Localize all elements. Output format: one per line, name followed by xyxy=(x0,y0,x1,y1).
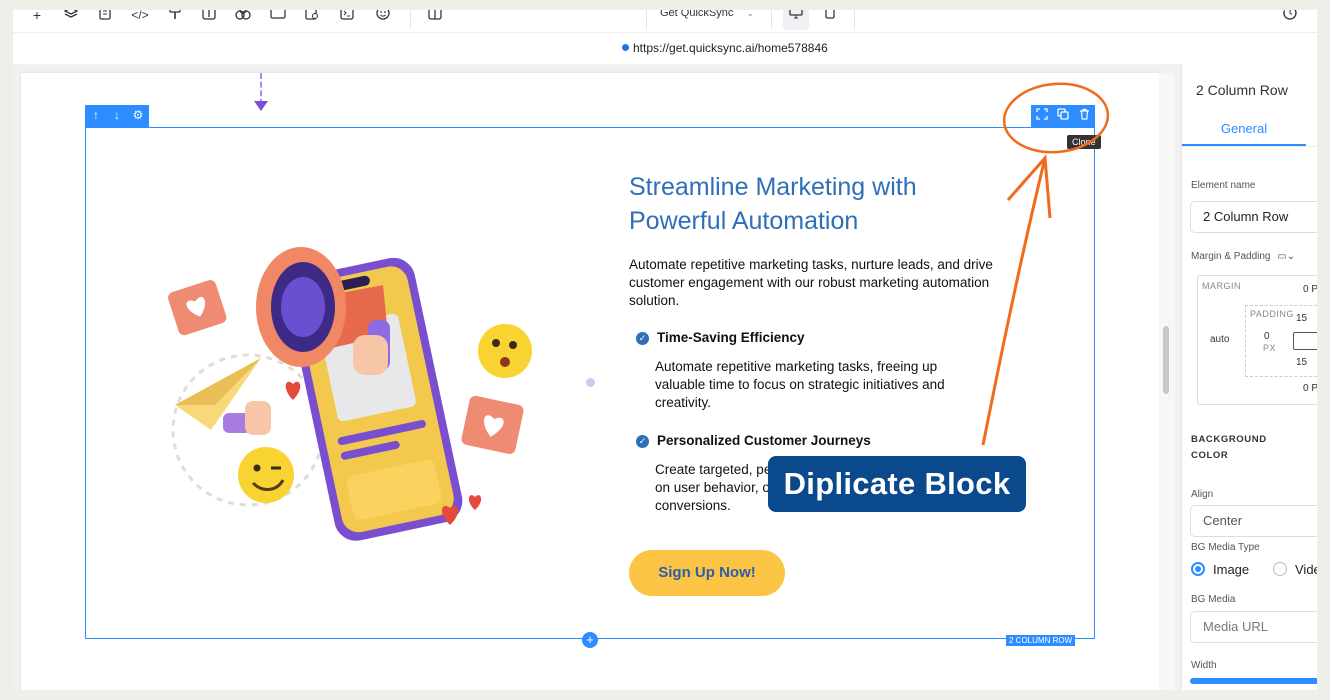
padding-unit: PX xyxy=(1263,343,1277,353)
add-row-button[interactable]: + xyxy=(582,632,598,648)
toolbar-divider xyxy=(410,10,411,29)
margin-padding-text: Margin & Padding xyxy=(1191,251,1271,262)
content-box xyxy=(1293,332,1317,350)
radio-image-label: Image xyxy=(1213,562,1250,577)
feature-title: Personalized Customer Journeys xyxy=(657,433,871,448)
row-controls-right xyxy=(1031,105,1095,127)
chevron-down-icon: ⌄ xyxy=(746,10,754,18)
radio-video[interactable] xyxy=(1273,562,1287,576)
move-up-icon[interactable]: ↑ xyxy=(88,108,104,122)
layers-icon[interactable] xyxy=(62,10,80,24)
section-icon[interactable] xyxy=(269,10,287,24)
radio-image[interactable] xyxy=(1191,562,1205,576)
margin-left-value[interactable]: auto xyxy=(1210,334,1229,345)
history-icon[interactable] xyxy=(1281,10,1299,24)
margin-bottom-value[interactable]: 0 P xyxy=(1303,383,1317,394)
padding-bottom-value[interactable]: 15 xyxy=(1296,357,1307,368)
mobile-view-icon[interactable] xyxy=(817,10,843,30)
drop-indicator-arrow xyxy=(254,101,268,111)
column-resize-handle[interactable] xyxy=(586,378,595,387)
form-icon[interactable] xyxy=(303,10,321,24)
width-slider[interactable] xyxy=(1190,678,1317,684)
margin-label: MARGIN xyxy=(1202,281,1241,291)
clone-icon[interactable] xyxy=(1054,108,1072,123)
plus-icon[interactable]: + xyxy=(28,10,46,24)
sign-up-button[interactable]: Sign Up Now! xyxy=(629,550,785,596)
scrollbar-thumb[interactable] xyxy=(1163,326,1169,394)
properties-panel: 2 Column Row General Element name 2 Colu… xyxy=(1181,64,1317,690)
code-icon[interactable]: </> xyxy=(131,10,149,24)
move-down-icon[interactable]: ↓ xyxy=(109,108,125,122)
terminal-icon[interactable] xyxy=(338,10,356,24)
bg-media-input[interactable]: Media URL xyxy=(1190,611,1317,643)
divider xyxy=(1182,146,1317,147)
hero-title: Streamline Marketing with Powerful Autom… xyxy=(629,173,917,235)
padding-label: PADDING xyxy=(1250,309,1294,319)
check-circle-icon: ✓ xyxy=(636,435,649,448)
emoji-icon[interactable] xyxy=(374,10,392,24)
paint-icon[interactable] xyxy=(166,10,184,24)
tab-general[interactable]: General xyxy=(1182,114,1306,146)
margin-padding-editor: MARGIN 0 P auto PADDING 15 0 PX 15 0 P xyxy=(1197,275,1317,405)
hero-description: Automate repetitive marketing tasks, nur… xyxy=(629,257,993,308)
desktop-view-icon[interactable] xyxy=(783,10,809,30)
margin-top-value[interactable]: 0 P xyxy=(1303,284,1317,295)
row-type-tag: 2 COLUMN ROW xyxy=(1006,635,1076,646)
bg-media-type-label: BG Media Type xyxy=(1191,542,1260,553)
expand-icon[interactable] xyxy=(1033,108,1051,123)
components-icon[interactable] xyxy=(234,10,252,24)
margin-padding-label: Margin & Padding ▭⌄ xyxy=(1191,251,1295,262)
url-bar: https://get.quicksync.ai/home578846 xyxy=(13,32,1317,65)
panel-title: 2 Column Row xyxy=(1196,82,1288,98)
settings-icon[interactable]: ⚙ xyxy=(130,108,146,122)
megaphone-phone-illustration xyxy=(168,247,532,541)
top-toolbar: + </> Get QuickSync ⌄ xyxy=(13,10,1317,33)
align-select[interactable]: Center xyxy=(1190,505,1317,537)
padding-box: PADDING 15 0 PX 15 xyxy=(1245,305,1317,377)
align-label: Align xyxy=(1191,489,1214,500)
page-url[interactable]: https://get.quicksync.ai/home578846 xyxy=(633,41,828,55)
clone-tooltip: Clone xyxy=(1067,135,1101,149)
site-select-value: Get QuickSync xyxy=(660,10,734,19)
columns-icon[interactable] xyxy=(426,10,444,24)
delete-icon[interactable] xyxy=(1075,108,1093,123)
text-icon[interactable] xyxy=(200,10,218,24)
feature-description: Automate repetitive marketing tasks, fre… xyxy=(655,359,945,410)
padding-left-value[interactable]: 0 xyxy=(1264,331,1270,342)
element-name-label: Element name xyxy=(1191,180,1256,191)
editor-frame: + </> Get QuickSync ⌄ https://get.quicks… xyxy=(13,10,1317,690)
check-circle-icon: ✓ xyxy=(636,332,649,345)
toolbar-divider xyxy=(854,10,855,29)
annotation-label: Diplicate Block xyxy=(768,456,1026,512)
element-name-input[interactable]: 2 Column Row xyxy=(1190,201,1317,233)
bg-color-label: BACKGROUND COLOR xyxy=(1191,434,1267,461)
site-select[interactable]: Get QuickSync ⌄ xyxy=(646,10,766,30)
status-dot xyxy=(622,44,629,51)
width-label: Width xyxy=(1191,660,1217,671)
row-controls-left: ↑ ↓ ⚙ xyxy=(85,105,149,127)
toolbar-divider xyxy=(771,10,772,29)
page-icon[interactable] xyxy=(96,10,114,24)
radio-video-label: Vide xyxy=(1295,562,1317,577)
feature-title: Time-Saving Efficiency xyxy=(657,330,805,345)
desktop-icon[interactable]: ▭⌄ xyxy=(1277,251,1295,262)
padding-top-value[interactable]: 15 xyxy=(1296,313,1307,324)
bg-media-label: BG Media xyxy=(1191,594,1236,605)
